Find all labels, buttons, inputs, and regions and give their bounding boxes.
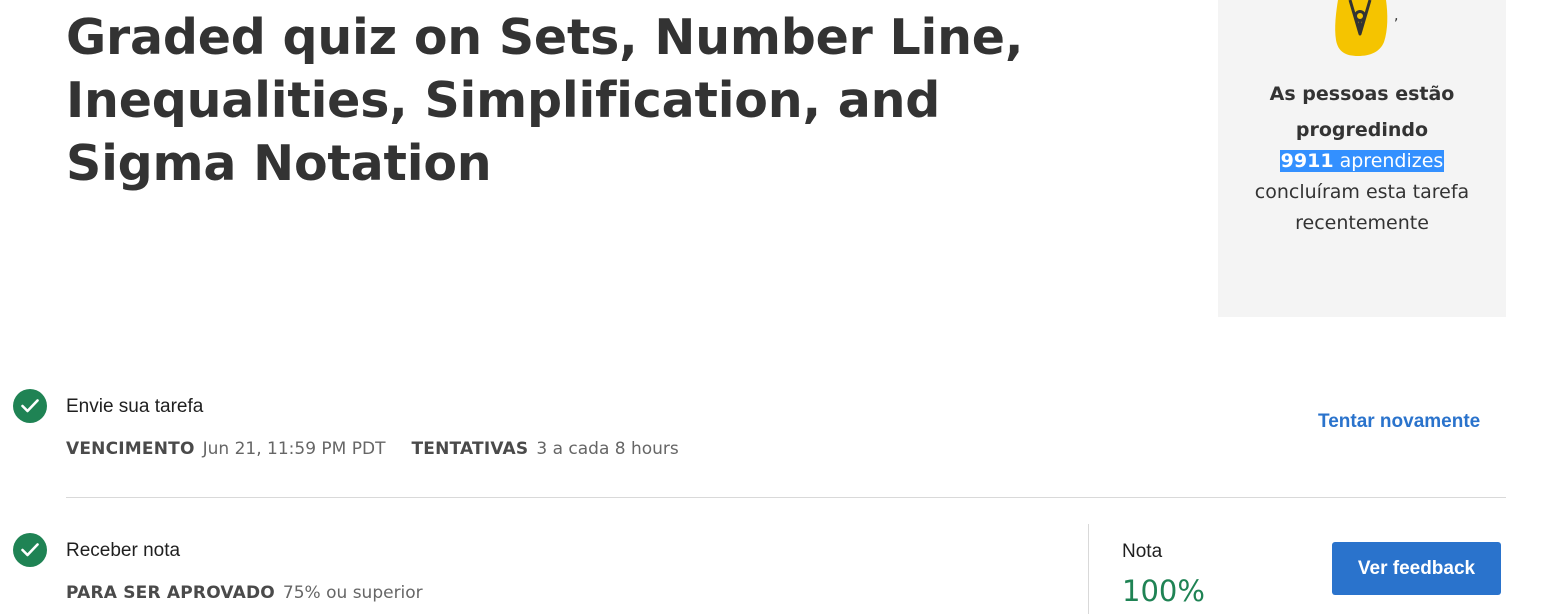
learners-count: 9911 — [1280, 150, 1334, 172]
progress-text: 9911 aprendizes concluíram esta tarefa r… — [1218, 146, 1506, 239]
progress-description: concluíram esta tarefa recentemente — [1254, 181, 1470, 234]
checkmark-icon — [21, 399, 39, 413]
learners-label: aprendizes — [1339, 150, 1444, 172]
checkmark-icon — [21, 543, 39, 557]
pen-nib-icon — [1335, 0, 1388, 56]
submit-section-title: Envie sua tarefa — [66, 396, 204, 417]
pass-meta: PARA SER APROVADO 75% ou superior — [66, 583, 423, 603]
progress-heading: As pessoas estão progredindo — [1269, 83, 1455, 141]
retry-button[interactable]: Tentar novamente — [1318, 411, 1480, 433]
progress-card: , As pessoas estão progredindo 9911 apre… — [1218, 0, 1506, 317]
due-value: Jun 21, 11:59 PM PDT — [202, 439, 386, 459]
decorative-comma: , — [1394, 8, 1399, 24]
grade-divider — [1088, 524, 1089, 614]
submit-meta: VENCIMENTO Jun 21, 11:59 PM PDT TENTATIVAS… — [66, 439, 679, 459]
due-label: VENCIMENTO — [66, 439, 195, 459]
check-circle-icon — [13, 389, 47, 423]
learners-highlight: 9911 aprendizes — [1279, 150, 1445, 172]
view-feedback-button[interactable]: Ver feedback — [1332, 542, 1501, 595]
page-title: Graded quiz on Sets, Number Line, Inequa… — [66, 9, 1024, 192]
pass-value: 75% ou superior — [282, 583, 423, 603]
grade-label: Nota — [1122, 541, 1163, 562]
section-divider — [66, 497, 1506, 498]
grade-value: 100% — [1122, 574, 1205, 608]
attempts-value: 3 a cada 8 hours — [536, 439, 679, 459]
attempts-label: TENTATIVAS — [411, 439, 529, 459]
grade-section-title: Receber nota — [66, 540, 181, 561]
pass-label: PARA SER APROVADO — [66, 583, 275, 603]
check-circle-icon — [13, 533, 47, 567]
